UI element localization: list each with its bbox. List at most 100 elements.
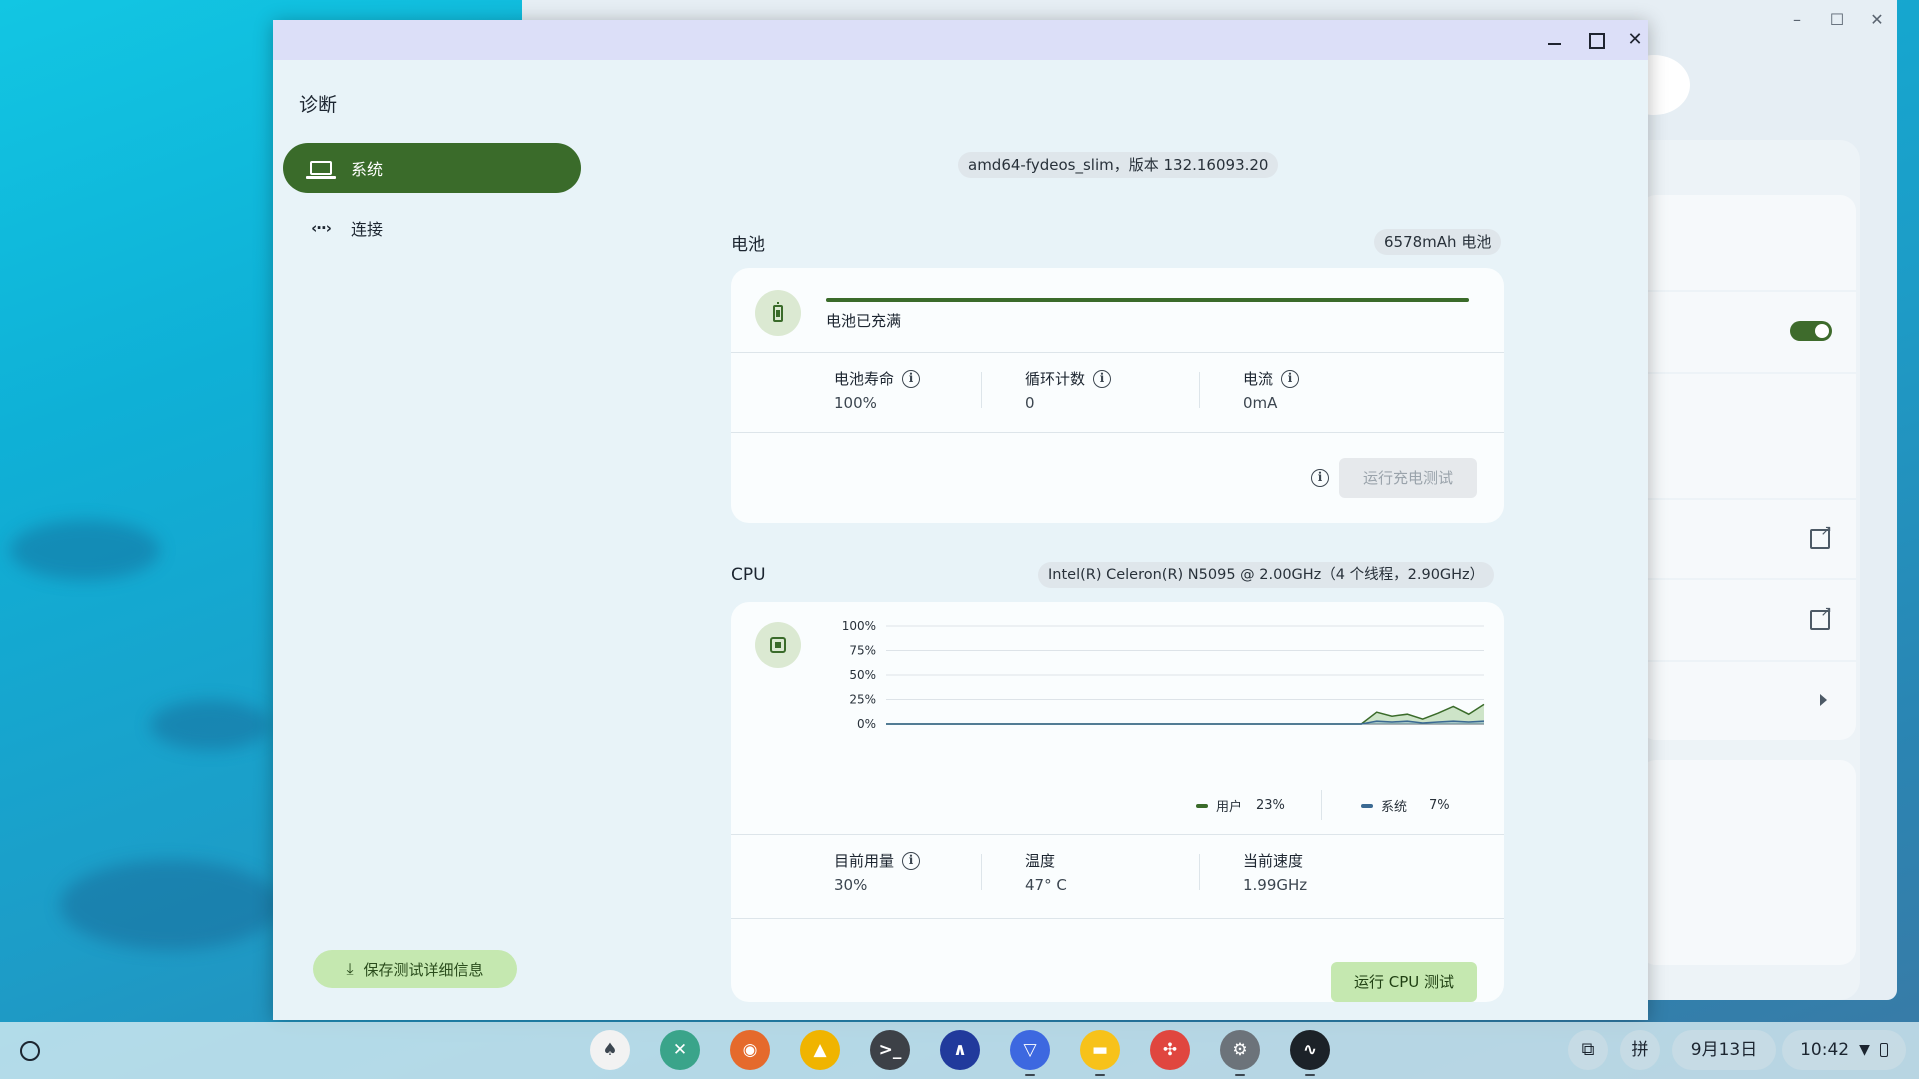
app-1-icon[interactable]: ♠ xyxy=(590,1030,630,1070)
battery-status-icon xyxy=(1879,1043,1888,1057)
app-4-icon[interactable]: ▲ xyxy=(800,1030,840,1070)
running-indicator xyxy=(1235,1074,1245,1076)
status-area[interactable]: 10:42 ▼ xyxy=(1782,1030,1906,1070)
divider xyxy=(731,352,1504,353)
save-details-button[interactable]: ⤓ 保存测试详细信息 xyxy=(313,950,517,988)
divider xyxy=(1199,372,1200,408)
battery-charge-bar xyxy=(826,298,1469,302)
battery-health-label: 电池寿命 i xyxy=(834,368,921,389)
maximize-icon[interactable] xyxy=(1582,28,1608,52)
cpu-usage-chart: 100% 75% 50% 25% 0% xyxy=(842,619,1485,731)
settings-icon[interactable]: ⚙ xyxy=(1220,1030,1260,1070)
divider xyxy=(731,918,1504,919)
legend-user: 用户 23% xyxy=(1196,796,1285,815)
battery-card: 电池已充满 电池寿命 i 100% 循环计数 i 0 电流 i 0mA i 运行充电测… xyxy=(731,268,1504,523)
date-indicator[interactable]: 9月13日 xyxy=(1672,1030,1776,1070)
divider xyxy=(981,854,982,890)
run-cpu-test-button[interactable]: 运行 CPU 测试 xyxy=(1331,962,1477,1002)
current-value: 0mA xyxy=(1243,394,1278,412)
bg-card xyxy=(1640,760,1856,965)
expand-arrow-icon[interactable] xyxy=(1820,694,1827,706)
external-link-icon[interactable] xyxy=(1810,523,1832,549)
app-3-icon[interactable]: ◉ xyxy=(730,1030,770,1070)
ime-indicator[interactable]: 拼 xyxy=(1620,1030,1660,1070)
close-icon[interactable]: ✕ xyxy=(1622,28,1648,52)
current-usage-value: 30% xyxy=(834,876,868,894)
laptop-icon xyxy=(306,157,336,179)
cpu-section-title: CPU xyxy=(731,565,766,585)
current-usage-label: 目前用量 i xyxy=(834,850,921,871)
wallpaper-shape xyxy=(10,520,160,580)
cpu-card: 100% 75% 50% 25% 0% 用户 23% 系统 7% 目前用量 i 30% 温… xyxy=(731,602,1504,1002)
bg-maximize-icon[interactable]: ☐ xyxy=(1825,8,1849,32)
cycle-count-label: 循环计数 i xyxy=(1025,368,1112,389)
legend-system: 系统 7% xyxy=(1361,796,1450,815)
info-icon[interactable]: i xyxy=(1281,369,1300,388)
app-7-icon[interactable]: ▽ xyxy=(1010,1030,1050,1070)
save-details-label: 保存测试详细信息 xyxy=(363,960,484,979)
app-6-icon[interactable]: ∧ xyxy=(940,1030,980,1070)
temperature-label: 温度 xyxy=(1025,852,1056,870)
y-tick-label: 25% xyxy=(849,693,876,707)
launcher-icon[interactable] xyxy=(20,1041,40,1061)
battery-status: 电池已充满 xyxy=(826,312,902,330)
wallpaper-shape xyxy=(60,860,280,950)
bg-close-icon[interactable]: ✕ xyxy=(1865,8,1889,32)
app-title: 诊断 xyxy=(299,94,338,116)
y-tick-label: 0% xyxy=(857,717,876,731)
bg-card xyxy=(1640,374,1856,498)
cycle-count-value: 0 xyxy=(1025,394,1035,412)
info-icon[interactable]: i xyxy=(1093,369,1112,388)
info-icon[interactable]: i xyxy=(902,369,921,388)
series-area-user xyxy=(886,704,1484,724)
running-indicator xyxy=(1305,1074,1315,1076)
divider xyxy=(981,372,982,408)
cpu-model-chip: Intel(R) Celeron(R) N5095 @ 2.00GHz（4 个线… xyxy=(1038,562,1495,588)
sidebar-item-connection[interactable]: ‹··› 连接 xyxy=(283,203,581,253)
sidebar-item-label: 系统 xyxy=(351,160,384,179)
battery-section-title: 电池 xyxy=(731,235,765,255)
sidebar-item-label: 连接 xyxy=(351,220,384,239)
legend-swatch xyxy=(1361,803,1373,808)
cpu-icon xyxy=(755,622,801,668)
minimize-icon[interactable] xyxy=(1542,28,1568,52)
running-indicator xyxy=(1025,1074,1035,1076)
y-tick-label: 75% xyxy=(849,644,876,658)
shelf: ♠ ✕ ◉ ▲ >_ ∧ ▽ ▬ ✣ ⚙ ∿ ⧉ 拼 9月13日 10:42 ▼ xyxy=(0,1022,1919,1079)
run-charge-test-button[interactable]: 运行充电测试 xyxy=(1339,458,1477,498)
sidebar-item-system[interactable]: 系统 xyxy=(283,143,581,193)
battery-capacity-chip: 6578mAh 电池 xyxy=(1374,229,1502,255)
connection-icon: ‹··› xyxy=(311,219,332,237)
title-bar: ✕ xyxy=(273,20,1648,60)
diagnostics-window: ✕ 诊断 系统 ‹··› 连接 ⤓ 保存测试详细信息 amd64-fydeos_… xyxy=(273,20,1648,1020)
version-chip: amd64-fydeos_slim，版本 132.16093.20 xyxy=(958,152,1279,178)
legend-value: 23% xyxy=(1256,798,1285,813)
info-icon[interactable]: i xyxy=(902,851,921,870)
terminal-icon[interactable]: >_ xyxy=(870,1030,910,1070)
files-icon[interactable]: ▬ xyxy=(1080,1030,1120,1070)
wallpaper-shape xyxy=(150,700,270,750)
divider xyxy=(1199,854,1200,890)
legend-swatch xyxy=(1196,803,1208,808)
app-9-icon[interactable]: ✣ xyxy=(1150,1030,1190,1070)
legend-label: 系统 xyxy=(1381,800,1408,815)
y-tick-label: 50% xyxy=(849,668,876,682)
divider xyxy=(731,432,1504,433)
diagnostics-icon[interactable]: ∿ xyxy=(1290,1030,1330,1070)
bg-toggle-switch[interactable] xyxy=(1790,321,1832,341)
y-tick-label: 100% xyxy=(842,619,876,633)
legend-value: 7% xyxy=(1429,798,1450,813)
external-link-icon[interactable] xyxy=(1810,604,1832,630)
clock: 10:42 xyxy=(1800,1040,1850,1060)
download-icon: ⤓ xyxy=(346,959,354,978)
battery-icon xyxy=(755,290,801,336)
info-icon[interactable]: i xyxy=(1311,469,1329,487)
bg-minimize-icon[interactable]: – xyxy=(1785,8,1809,32)
clipboard-icon[interactable]: ⧉ xyxy=(1568,1030,1608,1070)
running-indicator xyxy=(1095,1074,1105,1076)
wifi-icon: ▼ xyxy=(1859,1042,1870,1058)
legend-label: 用户 xyxy=(1216,800,1243,815)
app-2-icon[interactable]: ✕ xyxy=(660,1030,700,1070)
bg-card xyxy=(1640,195,1856,290)
current-speed-value: 1.99GHz xyxy=(1243,876,1308,894)
